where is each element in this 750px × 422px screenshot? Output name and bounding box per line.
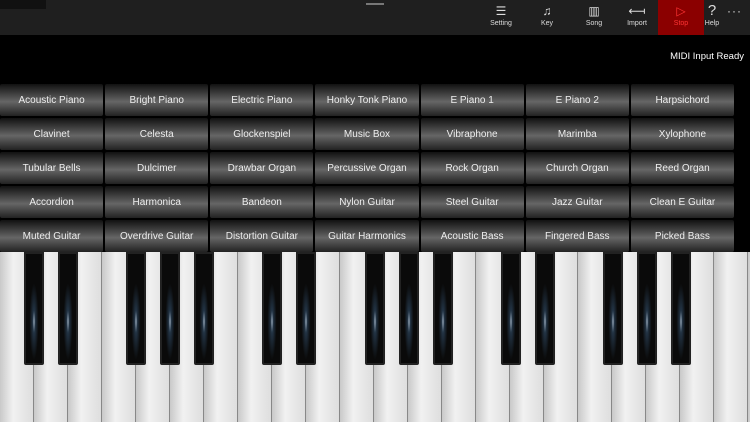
instrument-button[interactable]: Harmonica <box>105 186 209 218</box>
black-key[interactable] <box>262 252 282 365</box>
black-key[interactable] <box>671 252 691 365</box>
piano-keyboard <box>0 252 750 422</box>
instrument-button[interactable]: Vibraphone <box>420 118 524 150</box>
black-key[interactable] <box>296 252 316 365</box>
black-key[interactable] <box>399 252 419 365</box>
instrument-button[interactable]: Xylophone <box>630 118 734 150</box>
key-label: Key <box>540 20 554 27</box>
instrument-button[interactable]: Fingered Bass <box>525 220 629 252</box>
black-key[interactable] <box>603 252 623 365</box>
app-bar: ☰ Setting ♫ Key ▥ Song ⟻ Import ▷ Stop ? Help … <box>0 0 750 35</box>
instrument-button[interactable]: Guitar Harmonics <box>315 220 419 252</box>
instrument-button[interactable]: Percussive Organ <box>315 152 419 184</box>
setting-label: Setting <box>490 20 512 27</box>
title-area <box>0 0 46 9</box>
black-key[interactable] <box>24 252 44 365</box>
instrument-button[interactable]: Acoustic Bass <box>420 220 524 252</box>
black-key[interactable] <box>160 252 180 365</box>
stop-label: Stop <box>673 20 689 27</box>
instrument-button[interactable]: Electric Piano <box>210 84 314 116</box>
black-key[interactable] <box>58 252 78 365</box>
black-key[interactable] <box>365 252 385 365</box>
instrument-button[interactable]: Acoustic Piano <box>0 84 104 116</box>
list-icon: ☰ <box>495 4 507 18</box>
instrument-button[interactable]: Tubular Bells <box>0 152 104 184</box>
instrument-button[interactable]: Overdrive Guitar <box>105 220 209 252</box>
instrument-button[interactable]: E Piano 2 <box>525 84 629 116</box>
music-note-icon: ♫ <box>542 4 552 18</box>
instrument-button[interactable]: Church Organ <box>525 152 629 184</box>
instrument-button[interactable]: Clavinet <box>0 118 104 150</box>
instrument-button[interactable]: Steel Guitar <box>420 186 524 218</box>
instrument-button[interactable]: Music Box <box>315 118 419 150</box>
black-key[interactable] <box>637 252 657 365</box>
drag-handle[interactable] <box>366 3 384 5</box>
instrument-button[interactable]: Nylon Guitar <box>315 186 419 218</box>
instrument-button[interactable]: Muted Guitar <box>0 220 104 252</box>
instrument-button[interactable]: Honky Tonk Piano <box>315 84 419 116</box>
midi-status: MIDI Input Ready <box>670 51 744 62</box>
arrow-left-icon: ⟻ <box>628 4 646 18</box>
black-key[interactable] <box>535 252 555 365</box>
black-key[interactable] <box>194 252 214 365</box>
play-outline-icon: ▷ <box>676 4 686 18</box>
instrument-button[interactable]: Reed Organ <box>630 152 734 184</box>
import-label: Import <box>627 20 647 27</box>
instrument-button[interactable]: Picked Bass <box>630 220 734 252</box>
instrument-button[interactable]: Celesta <box>105 118 209 150</box>
instrument-button[interactable]: Accordion <box>0 186 104 218</box>
black-key[interactable] <box>126 252 146 365</box>
instrument-button[interactable]: Rock Organ <box>420 152 524 184</box>
black-key[interactable] <box>501 252 521 365</box>
instrument-button[interactable]: Drawbar Organ <box>210 152 314 184</box>
import-button[interactable]: ⟻ Import <box>614 0 660 35</box>
instrument-button[interactable]: Bandeon <box>210 186 314 218</box>
song-button[interactable]: ▥ Song <box>571 0 617 35</box>
key-button[interactable]: ♫ Key <box>524 0 570 35</box>
song-label: Song <box>585 20 603 27</box>
instrument-button[interactable]: E Piano 1 <box>420 84 524 116</box>
instrument-button[interactable]: Clean E Guitar <box>630 186 734 218</box>
instrument-button[interactable]: Distortion Guitar <box>210 220 314 252</box>
more-icon[interactable]: ··· <box>727 4 742 18</box>
instrument-button[interactable]: Harpsichord <box>630 84 734 116</box>
help-label: Help <box>704 20 720 27</box>
setting-button[interactable]: ☰ Setting <box>478 0 524 35</box>
instrument-button[interactable]: Dulcimer <box>105 152 209 184</box>
instrument-button[interactable]: Marimba <box>525 118 629 150</box>
instrument-grid: Acoustic Piano Bright Piano Electric Piano… <box>0 84 734 252</box>
white-key[interactable] <box>714 252 748 422</box>
question-icon: ? <box>707 2 717 19</box>
instrument-button[interactable]: Glockenspiel <box>210 118 314 150</box>
library-icon: ▥ <box>588 4 600 18</box>
black-key[interactable] <box>433 252 453 365</box>
instrument-button[interactable]: Jazz Guitar <box>525 186 629 218</box>
instrument-button[interactable]: Bright Piano <box>105 84 209 116</box>
